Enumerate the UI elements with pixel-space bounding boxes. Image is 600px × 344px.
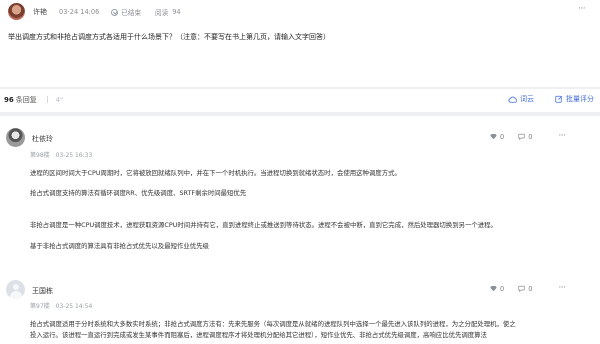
reply-author-name[interactable]: 杜依玲 <box>32 134 53 144</box>
comment-button[interactable]: 0 <box>518 285 532 293</box>
topic-meta: 许艳 03-24 14:06 已结束 阅读 94 <box>33 6 181 18</box>
question-text: 举出调度方式和非抢占调度方式各适用于什么场景下？（注意：不要写在书上第几页，请输… <box>8 33 330 41</box>
wordcloud-button[interactable]: 词云 <box>508 94 534 104</box>
reply-paragraph: 投入运行。该进程一直运行到完成或发生某事件而阻塞后，进程调度程序才将处理机分配给… <box>30 331 487 339</box>
reply-avatar[interactable] <box>6 128 25 147</box>
reply-paragraph: 进程的区间时间大于CPU周期时，它将被放回就绪队列中，并在下一个时机执行。当进程… <box>30 169 401 177</box>
more-menu-icon[interactable]: ··· <box>578 5 586 14</box>
topic-card: 许艳 03-24 14:06 已结束 阅读 94 ··· 举出调度方式和非抢占调… <box>0 0 600 87</box>
reply-item: 王国栋 第97楼 03-25 14:54 0 0 ··· 抢占式调度适用于分时系统… <box>0 273 600 344</box>
author-avatar[interactable] <box>8 3 25 20</box>
reply-meta: 第98楼 03-25 16:33 <box>30 150 92 159</box>
like-button[interactable]: 0 <box>490 133 504 141</box>
floor-number: 第98楼 <box>30 152 50 159</box>
batch-grade-button[interactable]: 批量评分 <box>555 94 594 104</box>
reply-paragraph: 抢占式调度支持的算法有循环调度RR、优先级调度、SRTF剩余时间最短优先 <box>30 189 247 197</box>
views-count: 94 <box>172 8 181 16</box>
reply-count-label: 条回复 <box>15 96 37 104</box>
default-avatar-icon[interactable] <box>6 280 25 299</box>
comment-icon <box>518 285 525 292</box>
reply-author-name[interactable]: 王国栋 <box>32 286 53 296</box>
wordcloud-label: 词云 <box>520 95 534 103</box>
reply-paragraph: 基于非抢占式调度的算法具有非抢占式优先以及最短作业优先级 <box>30 242 209 250</box>
like-count: 0 <box>500 132 505 141</box>
more-menu-icon[interactable]: ··· <box>558 132 566 141</box>
reply-time: 03-25 14:54 <box>55 303 93 310</box>
cloud-icon <box>508 96 517 103</box>
reply-meta: 第97楼 03-25 14:54 <box>30 301 92 310</box>
reply-count: 96 条回复 4⁰ <box>4 95 63 105</box>
reply-actions: 0 0 ··· <box>490 284 566 293</box>
status-label: 已结束 <box>121 9 142 17</box>
floor-number: 第97楼 <box>30 303 50 310</box>
divider <box>46 96 48 103</box>
reply-actions: 0 0 ··· <box>490 132 566 141</box>
reply-item: 杜依玲 第98楼 03-25 16:33 0 0 ··· 进程的区间时间大于CPU… <box>0 122 600 262</box>
views-label: 阅读 <box>155 9 169 17</box>
reply-toolbar: 96 条回复 4⁰ 词云 批量评分 <box>0 89 600 112</box>
gem-icon <box>490 134 497 140</box>
check-circle-icon <box>111 8 119 16</box>
reply-time: 03-25 16:33 <box>55 152 93 159</box>
avatar-head <box>12 283 19 290</box>
comment-icon <box>518 133 525 140</box>
like-count: 0 <box>500 284 505 293</box>
comment-count: 0 <box>528 132 533 141</box>
reply-paragraph: 抢占式调度适用于分时系统和大多数实时系统；非抢占式调度方法有：先来先服务（每次调… <box>30 320 516 328</box>
edit-grade-icon <box>555 95 563 103</box>
avatar-body <box>9 291 22 299</box>
reply-count-number: 96 <box>4 96 14 104</box>
author-name[interactable]: 许艳 <box>33 7 47 17</box>
gem-icon <box>490 286 497 292</box>
comment-button[interactable]: 0 <box>518 133 532 141</box>
post-time: 03-24 14:06 <box>59 8 100 16</box>
more-menu-icon[interactable]: ··· <box>558 284 566 293</box>
like-button[interactable]: 0 <box>490 285 504 293</box>
batch-grade-label: 批量评分 <box>566 95 594 103</box>
reply-button[interactable]: 4⁰ <box>56 96 63 104</box>
reply-paragraph: 非抢占调度是一种CPU调度技术，进程获取资源CPU时间并持有它，直到进程终止或推… <box>30 221 497 229</box>
comment-count: 0 <box>528 284 533 293</box>
